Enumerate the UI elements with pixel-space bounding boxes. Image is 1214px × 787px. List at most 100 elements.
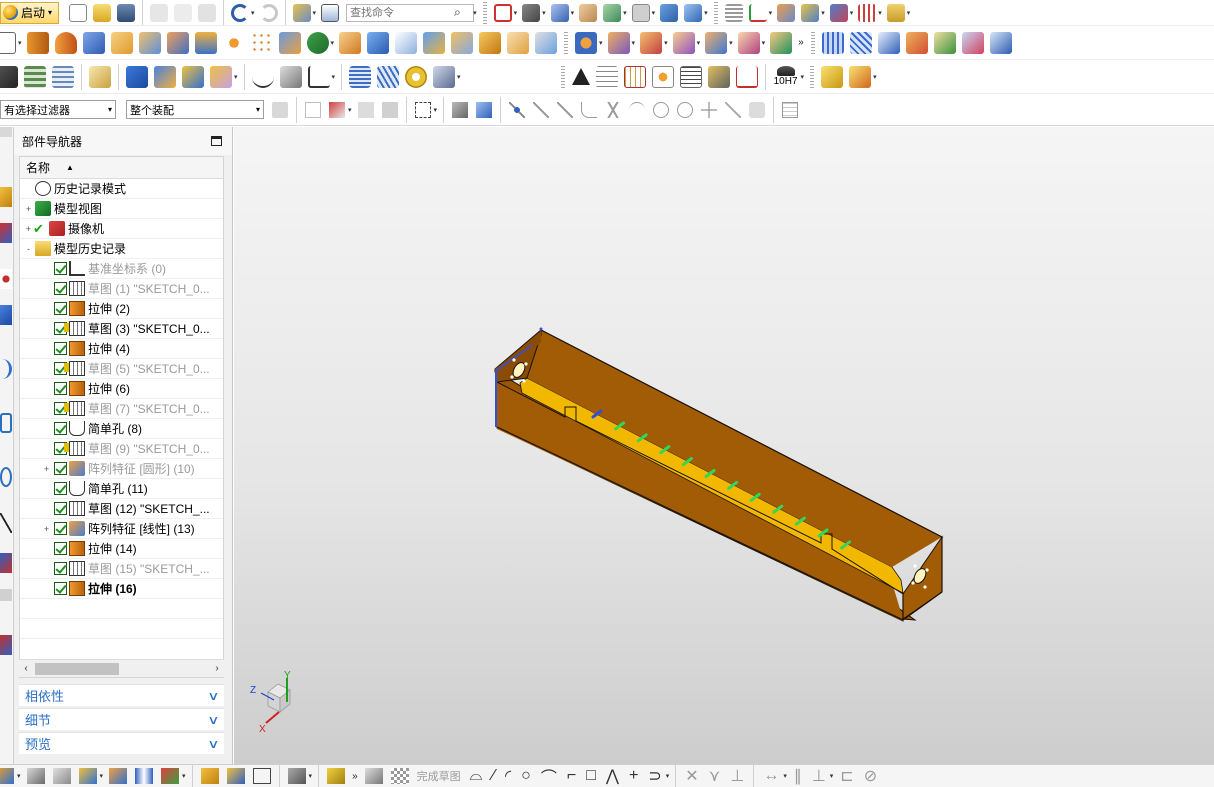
add-component-icon[interactable] bbox=[821, 65, 844, 88]
move-object-icon[interactable] bbox=[660, 3, 679, 22]
fit-view-icon[interactable] bbox=[493, 3, 512, 22]
triangle-datum-icon[interactable] bbox=[571, 68, 590, 85]
spring-coil-icon[interactable] bbox=[377, 65, 400, 88]
expand-toggle-icon[interactable]: + bbox=[42, 524, 51, 534]
expand-toggle-icon[interactable]: + bbox=[24, 224, 33, 234]
expand-toggle-icon[interactable]: - bbox=[24, 244, 33, 254]
snap-point-icon[interactable] bbox=[777, 3, 796, 22]
make-corner-icon[interactable]: ⊥ bbox=[730, 766, 744, 786]
block-icon[interactable] bbox=[82, 31, 105, 54]
tree-node[interactable]: 历史记录模式 bbox=[20, 179, 223, 199]
pad-icon[interactable] bbox=[110, 31, 133, 54]
reference-set-icon[interactable] bbox=[126, 65, 148, 88]
tree-horizontal-scrollbar[interactable]: ‹ › bbox=[19, 659, 224, 677]
table-edit-icon[interactable] bbox=[623, 65, 646, 88]
chevron-down-icon[interactable]: ▾ bbox=[234, 73, 238, 81]
through-curves-icon[interactable] bbox=[821, 31, 844, 54]
feature-checkbox[interactable] bbox=[54, 262, 67, 275]
chevron-down-icon[interactable]: ▾ bbox=[599, 39, 603, 47]
start-button[interactable]: 启动 ▾ bbox=[0, 1, 60, 24]
feature-select-icon[interactable] bbox=[357, 101, 374, 118]
draft-icon[interactable] bbox=[451, 31, 474, 54]
wcs-icon[interactable] bbox=[748, 3, 767, 22]
tree-node[interactable]: 草图 (3) "SKETCH_0... bbox=[20, 319, 223, 339]
assembly-icon[interactable] bbox=[26, 768, 45, 784]
tree-node[interactable]: 草图 (1) "SKETCH_0... bbox=[20, 279, 223, 299]
dot-pattern-icon[interactable] bbox=[250, 31, 273, 54]
move-face-icon[interactable] bbox=[672, 31, 695, 54]
resource-web-browser-icon[interactable] bbox=[0, 413, 12, 433]
feature-checkbox[interactable] bbox=[54, 562, 67, 575]
save-icon[interactable] bbox=[117, 3, 136, 22]
chevron-down-icon[interactable]: ▾ bbox=[473, 9, 477, 17]
chevron-down-icon[interactable]: ▾ bbox=[571, 9, 575, 17]
geometric-constraint-icon[interactable]: ⊏ bbox=[840, 766, 853, 786]
paint-brush-icon[interactable] bbox=[707, 65, 730, 88]
feature-checkbox[interactable] bbox=[54, 502, 67, 515]
profile-icon[interactable]: ⌓ bbox=[470, 767, 483, 785]
chamfer-icon[interactable]: ⌐ bbox=[567, 767, 576, 785]
info-icon[interactable] bbox=[321, 3, 340, 22]
chevron-down-icon[interactable]: ▾ bbox=[830, 772, 834, 780]
bounded-plane-icon[interactable] bbox=[905, 31, 928, 54]
tree-node[interactable]: + ✔ 摄像机 bbox=[20, 219, 223, 239]
pattern-face-icon[interactable] bbox=[575, 31, 598, 54]
chevron-down-icon[interactable]: ▾ bbox=[850, 9, 854, 17]
point-icon[interactable]: + bbox=[629, 767, 638, 785]
redo-icon[interactable] bbox=[259, 3, 278, 22]
toolbar-grip[interactable] bbox=[560, 65, 565, 88]
datum-point-icon[interactable] bbox=[539, 327, 543, 331]
snap-settings-icon[interactable] bbox=[782, 101, 799, 118]
spring-cylinder-icon[interactable] bbox=[349, 65, 372, 88]
feature-with-dropdown-icon[interactable] bbox=[306, 31, 329, 54]
resource-assembly-navigator-icon[interactable] bbox=[0, 187, 12, 207]
line-icon[interactable]: ∕ bbox=[492, 767, 495, 785]
shell-icon[interactable] bbox=[339, 31, 362, 54]
chevron-down-icon[interactable]: ∨ bbox=[207, 713, 219, 727]
new-file-icon[interactable] bbox=[69, 3, 88, 22]
feature-checkbox[interactable] bbox=[54, 542, 67, 555]
edit-section-icon[interactable] bbox=[579, 3, 598, 22]
feature-checkbox[interactable] bbox=[54, 382, 67, 395]
link-icon[interactable] bbox=[252, 768, 271, 784]
feature-checkbox[interactable] bbox=[54, 482, 67, 495]
cut-icon[interactable] bbox=[150, 3, 169, 22]
box-surface-icon[interactable] bbox=[479, 31, 502, 54]
face-select-icon[interactable] bbox=[476, 101, 493, 118]
chevron-down-icon[interactable]: ▾ bbox=[332, 73, 336, 81]
graphics-window[interactable]: Y X Z bbox=[234, 127, 1214, 764]
chevron-down-icon[interactable]: ▾ bbox=[762, 39, 766, 47]
resource-roles-icon[interactable] bbox=[0, 553, 12, 573]
chevron-down-icon[interactable]: ▾ bbox=[704, 9, 708, 17]
curve-analysis-icon[interactable] bbox=[307, 65, 330, 88]
render-style-icon[interactable] bbox=[522, 3, 541, 22]
toolbar-grip[interactable] bbox=[810, 31, 815, 54]
table-grid-icon[interactable] bbox=[595, 65, 618, 88]
copy-face-icon[interactable] bbox=[770, 31, 793, 54]
symbols-icon[interactable] bbox=[651, 65, 674, 88]
unite-icon[interactable] bbox=[278, 31, 301, 54]
resource-constraint-navigator-icon[interactable] bbox=[0, 223, 12, 243]
point-on-face-icon[interactable] bbox=[749, 101, 766, 118]
chevron-down-icon[interactable]: ▾ bbox=[100, 772, 104, 780]
tree-node[interactable]: 简单孔 (11) bbox=[20, 479, 223, 499]
chevron-down-icon[interactable]: ▾ bbox=[348, 106, 352, 114]
tree-node[interactable]: 拉伸 (6) bbox=[20, 379, 223, 399]
chevron-down-icon[interactable]: ▾ bbox=[873, 73, 877, 81]
command-search-box[interactable]: ⌕ bbox=[346, 3, 475, 22]
circle-icon[interactable]: ○ bbox=[521, 767, 531, 785]
control-point-icon[interactable] bbox=[581, 101, 598, 118]
replace-face-icon[interactable] bbox=[640, 31, 663, 54]
chevron-down-icon[interactable]: ▾ bbox=[729, 39, 733, 47]
layer-stack-icon[interactable] bbox=[24, 65, 46, 88]
chevron-down-icon[interactable]: ▾ bbox=[769, 9, 773, 17]
general-filter-icon[interactable] bbox=[272, 101, 288, 118]
revolve-icon[interactable] bbox=[54, 31, 77, 54]
fit-tolerance-button[interactable]: 10H7 bbox=[773, 66, 799, 87]
mirror-body-icon[interactable] bbox=[535, 31, 558, 54]
tree-node[interactable]: + 阵列特征 [圆形] (10) bbox=[20, 459, 223, 479]
circle-center-icon[interactable] bbox=[653, 101, 670, 118]
toolbar-grip[interactable] bbox=[713, 1, 718, 24]
point-on-curve-icon[interactable] bbox=[725, 101, 742, 118]
chevron-down-icon[interactable]: ∨ bbox=[207, 689, 219, 703]
